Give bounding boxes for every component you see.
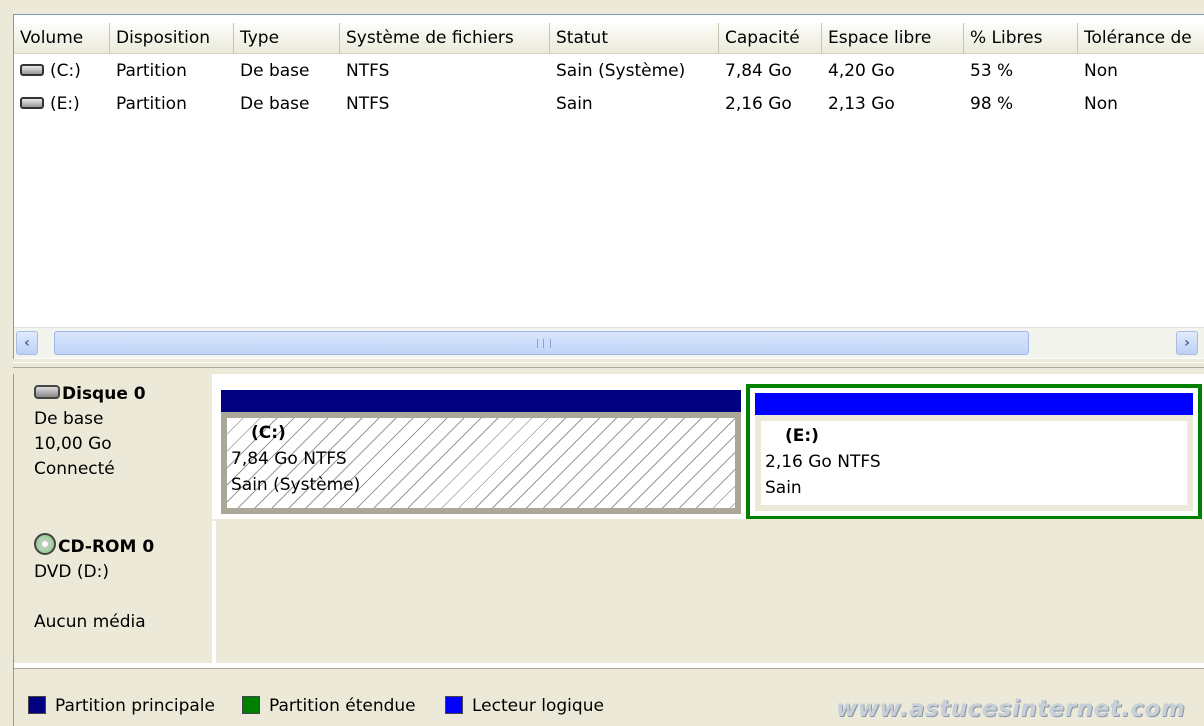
column-header-capacity[interactable]: Capacité <box>719 23 822 53</box>
column-header-volume[interactable]: Volume <box>14 23 110 53</box>
partition-c-text: (C:) 7,84 Go NTFS Sain (Système) <box>231 420 360 498</box>
status-cell: Sain (Système) <box>556 61 686 81</box>
percent-free-cell: 53 % <box>970 61 1014 81</box>
logical-swatch-icon <box>445 695 463 714</box>
partition-e-body[interactable]: (E:) 2,16 Go NTFS Sain <box>755 415 1193 511</box>
type-cell: De base <box>240 94 310 114</box>
cd-rom-icon <box>34 533 56 555</box>
table-row[interactable]: (C:) Partition De base NTFS Sain (Systèm… <box>14 55 1204 88</box>
partition-size-fs: 2,16 Go NTFS <box>765 452 881 472</box>
table-row[interactable]: (E:) Partition De base NTFS Sain 2,16 Go… <box>14 88 1204 121</box>
partition-status: Sain <box>765 478 802 498</box>
column-header-disposition[interactable]: Disposition <box>110 23 234 53</box>
partition-label: (C:) <box>251 423 286 443</box>
volume-cell: (C:) <box>14 55 110 88</box>
primary-partition-bar <box>221 390 741 412</box>
primary-swatch-icon <box>28 695 46 714</box>
status-cell: Sain <box>556 94 593 114</box>
scroll-left-button[interactable]: ‹ <box>16 331 38 355</box>
free-space-cell: 4,20 Go <box>828 61 895 81</box>
disk-0-label[interactable]: Disque 0 De base 10,00 Go Connecté <box>14 374 214 519</box>
volume-name: (E:) <box>50 94 80 114</box>
partition-status: Sain (Système) <box>231 475 361 495</box>
disposition-cell: Partition <box>116 61 187 81</box>
disposition-cell: Partition <box>116 94 187 114</box>
free-space-cell: 2,13 Go <box>828 94 895 114</box>
legend-item-primary: Partition principale <box>28 695 215 717</box>
cdrom-state: Aucun média <box>34 612 146 632</box>
legend-item-extended: Partition étendue <box>242 695 416 717</box>
scrollbar-grip-icon <box>537 339 551 348</box>
extended-swatch-icon <box>242 695 260 714</box>
percent-free-cell: 98 % <box>970 94 1014 114</box>
legend-item-logical: Lecteur logique <box>445 695 604 717</box>
partition-c-body: (C:) 7,84 Go NTFS Sain (Système) <box>221 412 741 514</box>
type-cell: De base <box>240 61 310 81</box>
watermark: www.astucesinternet.com <box>836 696 1186 722</box>
legend-label: Lecteur logique <box>472 696 604 716</box>
hard-disk-icon <box>34 385 60 399</box>
partition-label: (E:) <box>785 426 819 446</box>
tolerance-cell: Non <box>1084 94 1118 114</box>
legend-label: Partition étendue <box>269 696 416 716</box>
filesystem-cell: NTFS <box>346 94 390 114</box>
extended-partition-frame[interactable]: (E:) 2,16 Go NTFS Sain <box>746 384 1202 520</box>
cdrom-0-label[interactable]: CD-ROM 0 DVD (D:) Aucun média <box>14 521 214 663</box>
column-header-type[interactable]: Type <box>234 23 340 53</box>
cdrom-type: DVD (D:) <box>34 562 109 582</box>
horizontal-scrollbar[interactable]: ‹ › <box>14 327 1204 358</box>
drive-icon <box>20 63 44 76</box>
disk-name: CD-ROM 0 <box>58 537 155 557</box>
pane-splitter[interactable] <box>13 362 1204 368</box>
tolerance-cell: Non <box>1084 61 1118 81</box>
volume-cell: (E:) <box>14 88 110 121</box>
volume-list[interactable]: Volume Disposition Type Système de fichi… <box>13 14 1204 359</box>
column-header-tolerance[interactable]: Tolérance de <box>1078 23 1204 53</box>
disk-type: De base <box>34 409 104 429</box>
drive-icon <box>20 96 44 109</box>
column-header-status[interactable]: Statut <box>550 23 719 53</box>
column-header-filesystem[interactable]: Système de fichiers <box>340 23 550 53</box>
disk-0-title: Disque 0 <box>34 382 212 407</box>
capacity-cell: 7,84 Go <box>725 61 792 81</box>
disk-map-pane: Disque 0 De base 10,00 Go Connecté (C:) … <box>13 374 1204 726</box>
cdrom-0-title: CD-ROM 0 <box>34 533 212 560</box>
scroll-right-button[interactable]: › <box>1176 331 1198 355</box>
scrollbar-thumb[interactable] <box>54 331 1029 355</box>
disk-name: Disque 0 <box>62 384 146 404</box>
partition-c[interactable]: (C:) 7,84 Go NTFS Sain (Système) <box>221 390 741 514</box>
cdrom-0-area[interactable] <box>216 521 1204 663</box>
filesystem-cell: NTFS <box>346 61 390 81</box>
disk-size: 10,00 Go <box>34 434 112 454</box>
partition-e-text: (E:) 2,16 Go NTFS Sain <box>765 423 881 501</box>
column-header-free-space[interactable]: Espace libre <box>822 23 964 53</box>
capacity-cell: 2,16 Go <box>725 94 792 114</box>
partition-size-fs: 7,84 Go NTFS <box>231 449 347 469</box>
legend-label: Partition principale <box>55 696 215 716</box>
disk-state: Connecté <box>34 459 115 479</box>
logical-drive-bar <box>755 393 1193 415</box>
column-header-percent-free[interactable]: % Libres <box>964 23 1078 53</box>
column-header-row: Volume Disposition Type Système de fichi… <box>14 23 1204 54</box>
volume-name: (C:) <box>50 61 81 81</box>
